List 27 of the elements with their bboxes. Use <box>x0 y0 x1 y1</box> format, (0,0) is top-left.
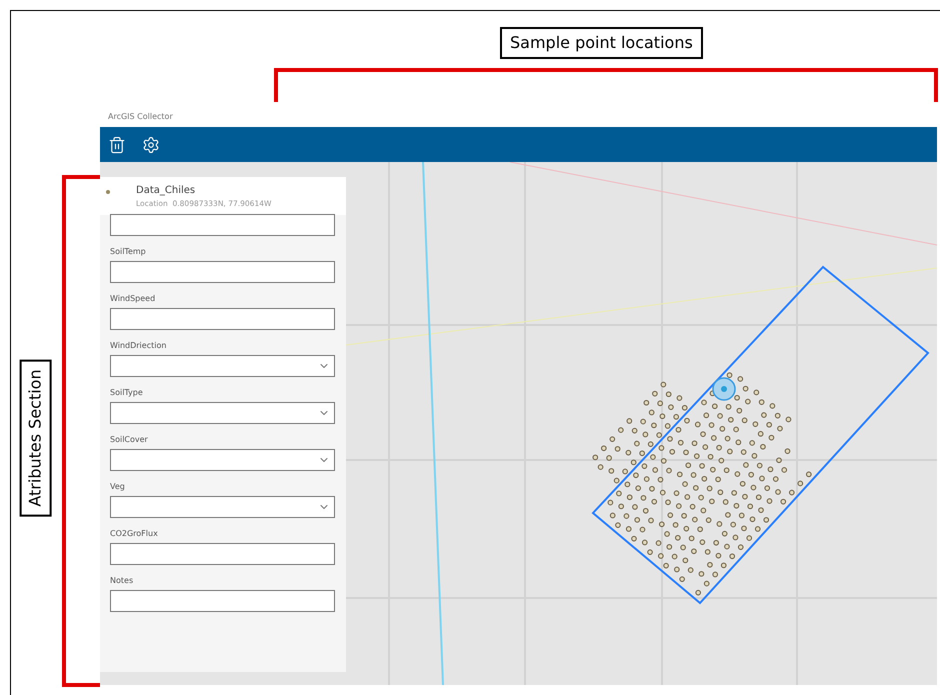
field-label: Notes <box>110 575 134 587</box>
point-icon <box>106 190 110 194</box>
field-label: WindSpeed <box>110 293 156 305</box>
input-field[interactable] <box>110 543 335 565</box>
field-label: CO2GroFlux <box>110 528 159 540</box>
window-title: ArcGIS Collector <box>107 111 174 123</box>
annotation-label: Atributes Section <box>20 359 52 517</box>
trash-icon <box>108 136 126 154</box>
field-label: WindDriection <box>110 340 168 352</box>
dropdown-field[interactable] <box>110 355 335 377</box>
settings-icon <box>142 136 160 154</box>
field-label: SoilCover <box>110 434 149 446</box>
input-field[interactable] <box>110 590 335 612</box>
field-label: SoilType <box>110 387 144 399</box>
field-label: SoilTemp <box>110 246 147 258</box>
feature-name: Data_Chiles <box>136 184 196 198</box>
location-marker-icon <box>712 377 736 401</box>
delete-button[interactable] <box>108 136 126 154</box>
annotation-label: Sample point locations <box>500 27 703 59</box>
dropdown-field[interactable] <box>110 496 335 518</box>
settings-button[interactable] <box>142 136 160 154</box>
input-field[interactable] <box>110 308 335 330</box>
dropdown-field[interactable] <box>110 449 335 471</box>
dropdown-field[interactable] <box>110 402 335 424</box>
input-field[interactable] <box>110 261 335 283</box>
input-field[interactable] <box>110 214 335 236</box>
field-label: Veg <box>110 481 126 493</box>
